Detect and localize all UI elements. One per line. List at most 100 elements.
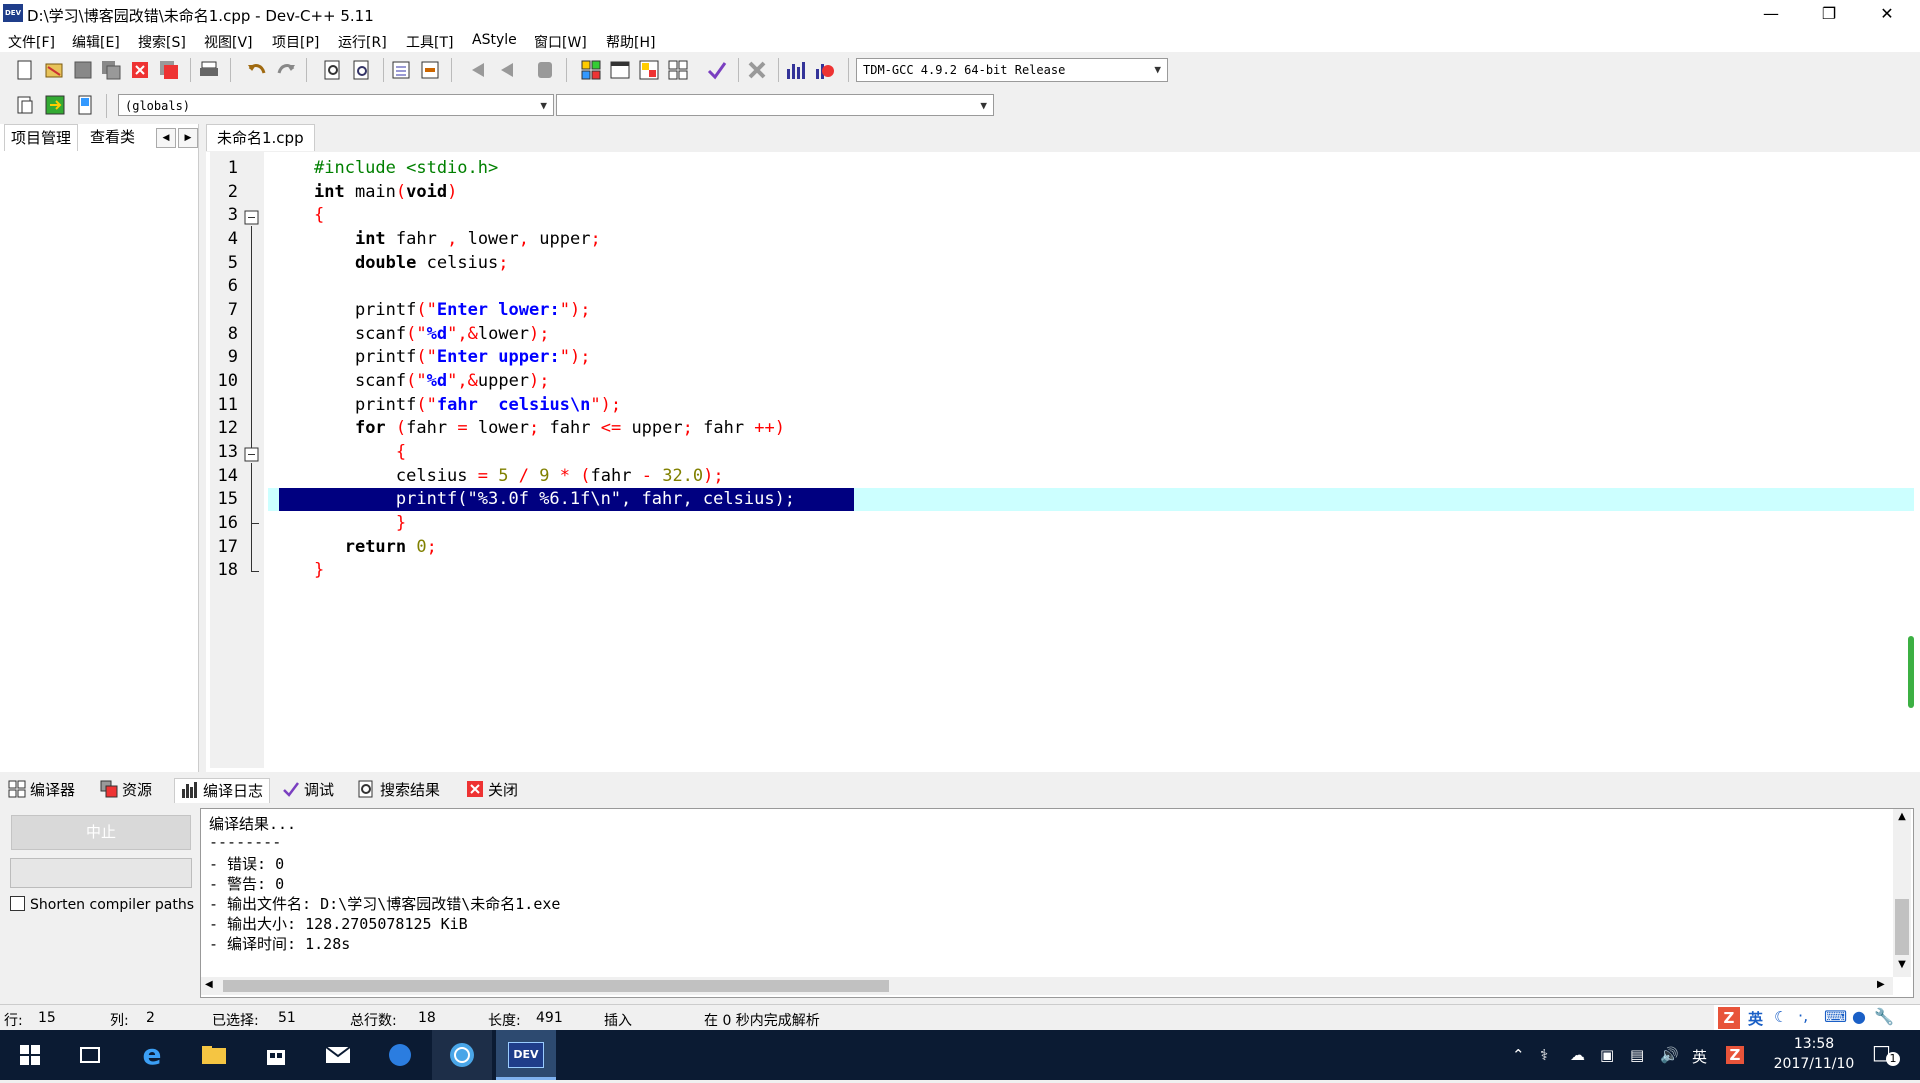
- bookmark-icon[interactable]: [419, 59, 441, 81]
- ime-toolbar[interactable]: Z 英 ☾ ·, ⌨ ● 🔧: [1714, 1005, 1920, 1031]
- code-line[interactable]: printf("%3.0f %6.1f\n", fahr, celsius);: [314, 489, 795, 509]
- fold-toggle-icon[interactable]: [244, 447, 260, 463]
- goto-bookmark-icon[interactable]: [74, 94, 96, 116]
- fold-toggle-icon[interactable]: [244, 210, 260, 226]
- restore-button[interactable]: ❐: [1806, 0, 1852, 28]
- scroll-left-icon[interactable]: ◀: [205, 979, 213, 990]
- tab-compile-log[interactable]: 编译日志: [174, 778, 271, 803]
- store-button[interactable]: [246, 1030, 306, 1080]
- close-button[interactable]: ✕: [1864, 0, 1910, 28]
- scroll-down-icon[interactable]: ▼: [1893, 959, 1911, 970]
- display-icon[interactable]: ▣: [1600, 1046, 1614, 1064]
- file-explorer-button[interactable]: [184, 1030, 244, 1080]
- scroll-up-icon[interactable]: ▲: [1893, 811, 1911, 822]
- save-all-icon[interactable]: [100, 59, 122, 81]
- tab-resources[interactable]: 资源: [100, 778, 152, 802]
- toggle-bookmark-icon[interactable]: [44, 94, 66, 116]
- indent-left-icon[interactable]: [466, 59, 488, 81]
- print-icon[interactable]: [198, 59, 220, 81]
- code-line[interactable]: scanf("%d",&lower);: [314, 324, 550, 344]
- horizontal-scrollbar[interactable]: ◀ ▶: [201, 977, 1893, 995]
- ie-browser-button[interactable]: [432, 1030, 492, 1080]
- undo-icon[interactable]: [246, 59, 268, 81]
- menu-window[interactable]: 窗口[W]: [534, 32, 587, 52]
- keyboard-icon[interactable]: ⌨: [1824, 1007, 1847, 1026]
- delete-profile-icon[interactable]: [813, 59, 835, 81]
- code-line[interactable]: #include <stdio.h>: [314, 158, 498, 178]
- rebuild-icon[interactable]: [667, 59, 689, 81]
- ime-language[interactable]: 英: [1748, 1008, 1763, 1029]
- user-icon[interactable]: ●: [1852, 1007, 1866, 1026]
- vertical-scrollbar[interactable]: ▲ ▼: [1893, 809, 1911, 977]
- menu-search[interactable]: 搜索[S]: [138, 32, 186, 52]
- menu-tools[interactable]: 工具[T]: [406, 32, 453, 52]
- task-view-button[interactable]: [60, 1030, 120, 1080]
- menu-view[interactable]: 视图[V]: [204, 32, 253, 52]
- replace-icon[interactable]: [351, 59, 373, 81]
- minimize-button[interactable]: —: [1748, 0, 1794, 28]
- scroll-right-icon[interactable]: ▶: [1877, 979, 1885, 990]
- editor-tab-file[interactable]: 未命名1.cpp: [206, 124, 315, 151]
- open-file-icon[interactable]: [43, 59, 65, 81]
- scrollbar-thumb[interactable]: [223, 980, 889, 992]
- tab-scroll-right-button[interactable]: ▶: [178, 128, 198, 148]
- tab-scroll-left-button[interactable]: ◀: [156, 128, 176, 148]
- code-area[interactable]: #include <stdio.h> int main(void) { int fa…: [314, 152, 1914, 772]
- profile-icon[interactable]: [784, 59, 806, 81]
- tab-project-manager[interactable]: 项目管理: [4, 124, 79, 151]
- tray-app-icon[interactable]: ⚕: [1540, 1046, 1548, 1064]
- compiler-select[interactable]: TDM-GCC 4.9.2 64-bit Release ▼: [856, 58, 1168, 82]
- clock[interactable]: 13:58 2017/11/10: [1754, 1034, 1874, 1074]
- code-line[interactable]: {: [314, 205, 324, 225]
- code-line[interactable]: celsius = 5 / 9 * (fahr - 32.0);: [314, 466, 724, 486]
- function-select[interactable]: ▼: [556, 94, 994, 116]
- code-line[interactable]: for (fahr = lower; fahr <= upper; fahr +…: [314, 418, 785, 438]
- code-line[interactable]: int main(void): [314, 182, 457, 202]
- save-icon[interactable]: [72, 59, 94, 81]
- punctuation-icon[interactable]: ·,: [1798, 1006, 1808, 1025]
- compile-run-icon[interactable]: [638, 59, 660, 81]
- shorten-paths-checkbox[interactable]: Shorten compiler paths: [10, 896, 194, 913]
- goto-line-icon[interactable]: [390, 59, 412, 81]
- menu-project[interactable]: 项目[P]: [272, 32, 319, 52]
- start-button[interactable]: [0, 1030, 60, 1080]
- code-line[interactable]: }: [314, 560, 324, 580]
- show-hidden-icons-icon[interactable]: ⌃: [1512, 1046, 1525, 1064]
- code-line[interactable]: scanf("%d",&upper);: [314, 371, 550, 391]
- code-line[interactable]: printf("Enter upper:");: [314, 347, 591, 367]
- stop-execution-icon[interactable]: [746, 59, 768, 81]
- app-button[interactable]: [370, 1030, 430, 1080]
- tab-class-browser[interactable]: 查看类: [84, 124, 141, 150]
- compile-log-output[interactable]: 编译结果... -------- - 错误: 0 - 警告: 0 - 输出文件名…: [200, 808, 1914, 998]
- tab-search-results[interactable]: 搜索结果: [358, 778, 440, 802]
- tab-compiler[interactable]: 编译器: [8, 778, 75, 802]
- mail-button[interactable]: [308, 1030, 368, 1080]
- code-line[interactable]: printf("Enter lower:");: [314, 300, 591, 320]
- action-center-button[interactable]: □ 1: [1868, 1040, 1904, 1070]
- code-line[interactable]: return 0;: [314, 537, 437, 557]
- stop-button[interactable]: 中止: [11, 815, 191, 850]
- settings-wrench-icon[interactable]: 🔧: [1874, 1007, 1894, 1026]
- menu-astyle[interactable]: AStyle: [472, 32, 517, 48]
- menu-run[interactable]: 运行[R]: [338, 32, 387, 52]
- code-line[interactable]: printf("fahr celsius\n");: [314, 395, 621, 415]
- comment-icon[interactable]: [534, 59, 556, 81]
- edge-browser-button[interactable]: e: [122, 1030, 182, 1080]
- menu-help[interactable]: 帮助[H]: [606, 32, 655, 52]
- ime-logo-icon[interactable]: Z: [1718, 1007, 1740, 1029]
- devcpp-taskbar-button[interactable]: DEV: [496, 1030, 556, 1080]
- code-line[interactable]: }: [314, 513, 406, 533]
- code-line[interactable]: {: [314, 442, 406, 462]
- close-file-icon[interactable]: [129, 59, 151, 81]
- scope-select[interactable]: (globals) ▼: [118, 94, 554, 116]
- tab-debug[interactable]: 调试: [282, 778, 334, 802]
- find-icon[interactable]: [322, 59, 344, 81]
- menu-file[interactable]: 文件[F]: [8, 32, 55, 52]
- close-all-icon[interactable]: [158, 59, 180, 81]
- ime-indicator[interactable]: 英: [1692, 1046, 1707, 1067]
- code-line[interactable]: int fahr , lower, upper;: [314, 229, 601, 249]
- moon-icon[interactable]: ☾: [1774, 1008, 1787, 1026]
- redo-icon[interactable]: [275, 59, 297, 81]
- menu-edit[interactable]: 编辑[E]: [72, 32, 120, 52]
- code-line[interactable]: double celsius;: [314, 253, 509, 273]
